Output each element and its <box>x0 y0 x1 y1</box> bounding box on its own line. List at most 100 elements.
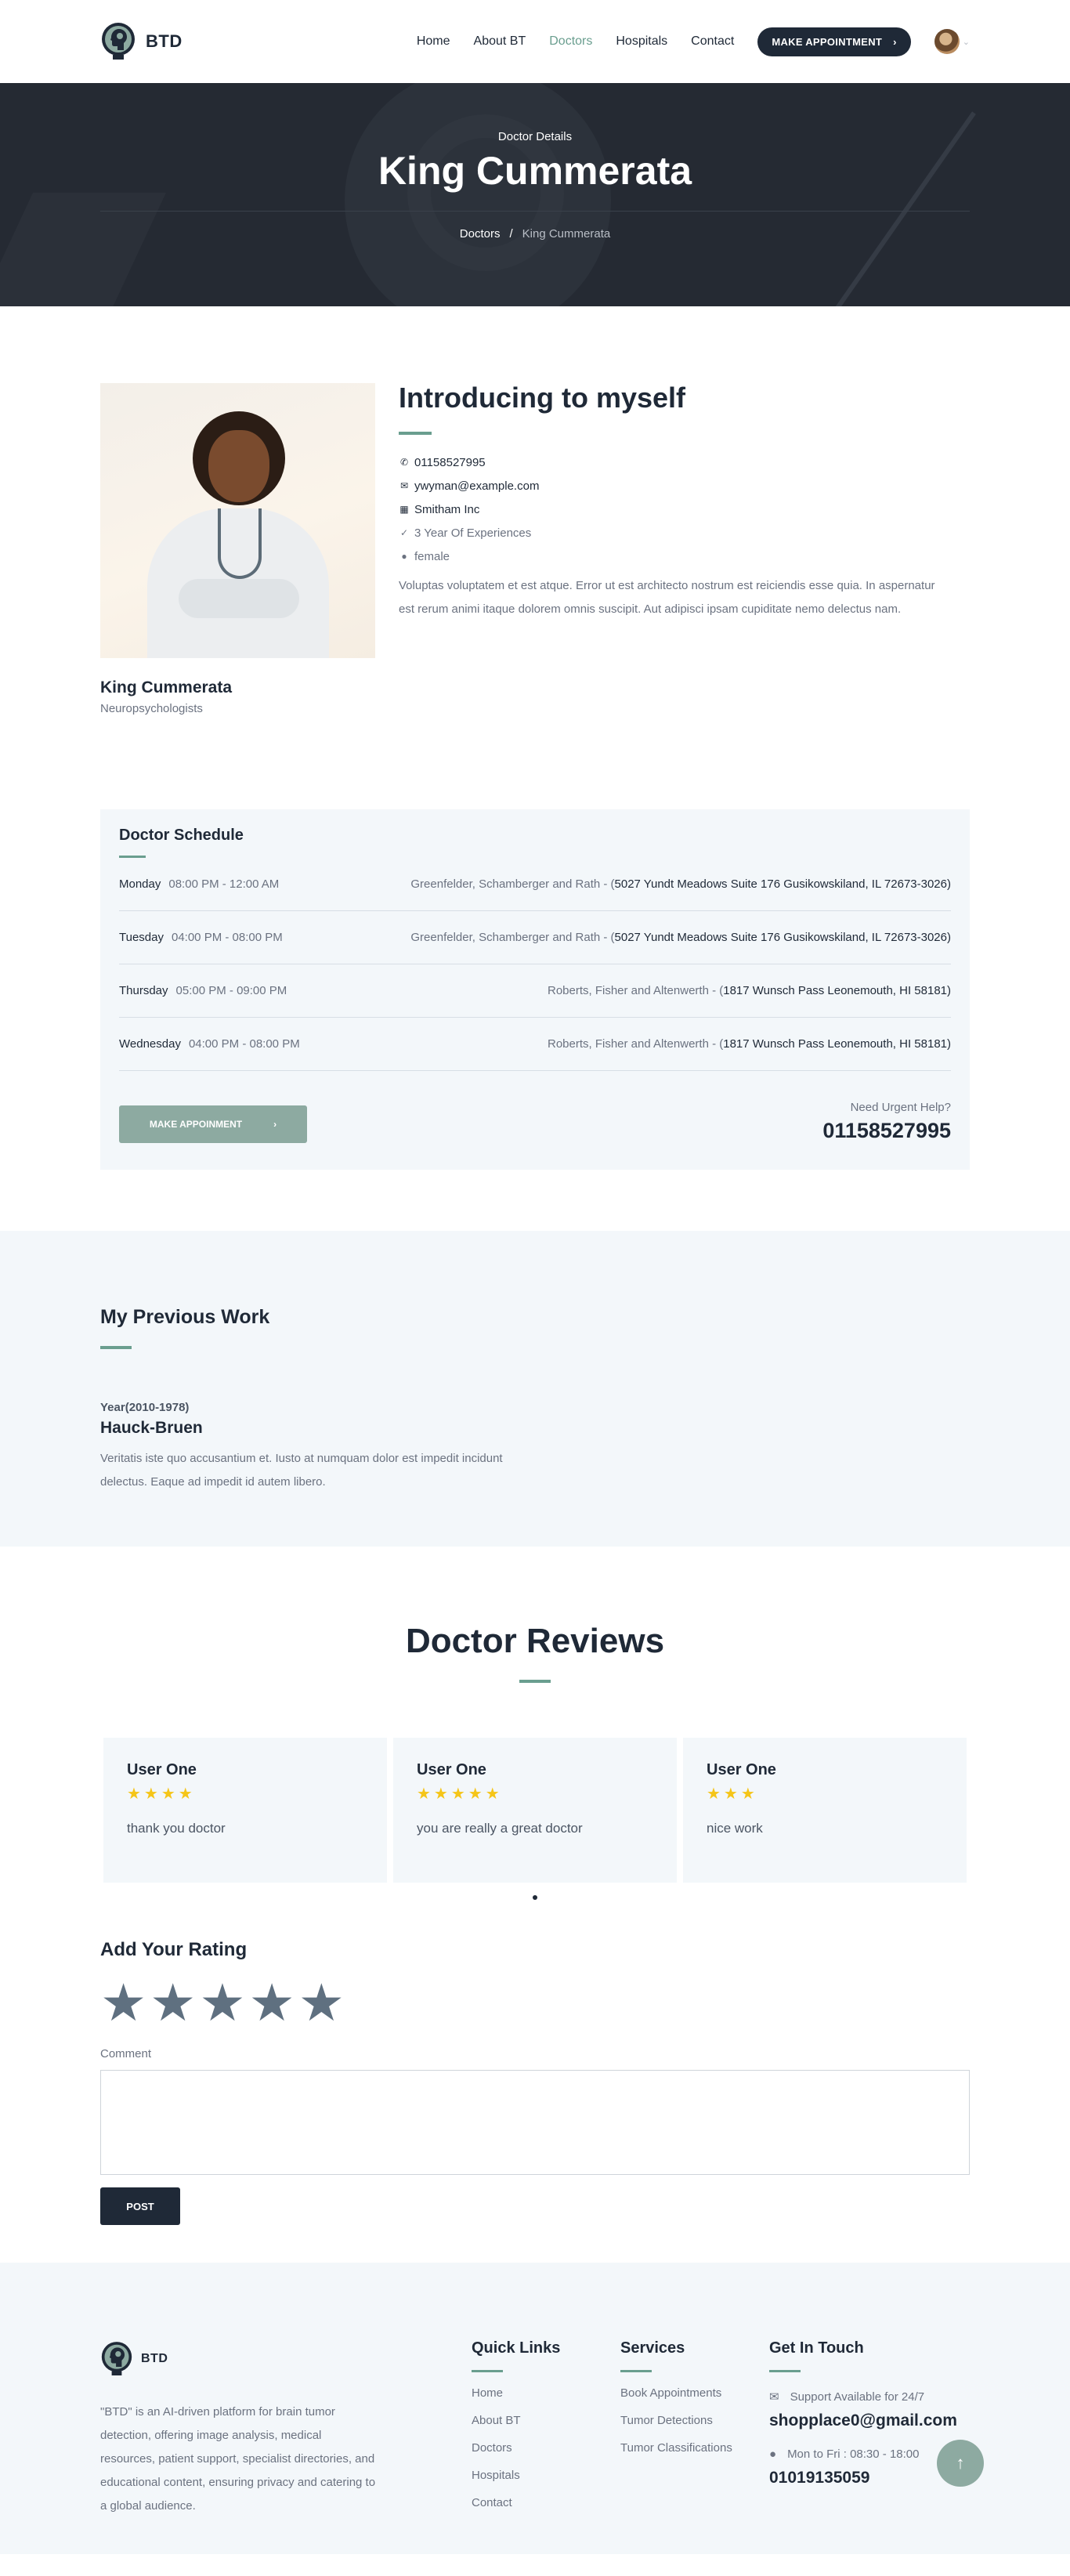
site-footer: BTD "BTD" is an AI-driven platform for b… <box>0 2263 1070 2554</box>
urgent-help-phone[interactable]: 01158527995 <box>822 1119 951 1143</box>
footer-link-hospitals[interactable]: Hospitals <box>472 2469 620 2496</box>
nav-about[interactable]: About BT <box>474 34 526 49</box>
services-heading: Services <box>620 2339 685 2357</box>
footer-brand: BTD "BTD" is an AI-driven platform for b… <box>100 2339 472 2524</box>
footer-link-doctors[interactable]: Doctors <box>472 2441 620 2469</box>
previous-work-heading: My Previous Work <box>100 1306 270 1328</box>
schedule-row: Thursday 05:00 PM - 09:00 PM Roberts, Fis… <box>119 964 951 1018</box>
schedule-row: Wednesday 04:00 PM - 08:00 PM Roberts, Fi… <box>119 1018 951 1071</box>
photo-figure <box>208 430 269 502</box>
add-rating-form: Add Your Rating ★ ★ ★ ★ ★ Comment POST <box>100 1939 970 2225</box>
schedule-hospital: Roberts, Fisher and Altenwerth - ( <box>547 1037 724 1051</box>
email-row: ✉ ywyman@example.com <box>399 474 970 497</box>
star-icon[interactable]: ★ <box>298 1977 345 2028</box>
make-appointment-label: MAKE APPOINMENT <box>149 1119 243 1130</box>
doctor-specialty: Neuropsychologists <box>100 702 203 715</box>
heading-underline <box>472 2370 503 2372</box>
user-menu[interactable]: ⌄ <box>934 29 970 54</box>
experience-row: ✓ 3 Year Of Experiences <box>399 521 970 545</box>
footer-contact: Get In Touch ✉ Support Available for 24/… <box>769 2339 970 2524</box>
star-icon[interactable]: ★ <box>199 1977 245 2028</box>
footer-brand-name: BTD <box>141 2352 168 2365</box>
heading-underline <box>399 432 432 435</box>
make-appointment-label: MAKE APPOINTMENT <box>772 35 883 48</box>
schedule-time: 04:00 PM - 08:00 PM <box>188 1037 300 1051</box>
breadcrumb-current: King Cummerata <box>522 227 611 241</box>
carousel-dot[interactable] <box>533 1895 537 1900</box>
review-text: nice work <box>707 1821 763 1836</box>
star-icon[interactable]: ★ <box>100 1977 146 2028</box>
nav-contact[interactable]: Contact <box>691 34 734 49</box>
breadcrumb-separator: / <box>509 227 513 241</box>
make-appointment-button[interactable]: MAKE APPOINMENT › <box>119 1105 307 1143</box>
reviews-carousel[interactable]: User One ★★★★ thank you doctor User One … <box>100 1738 970 1883</box>
footer-service-detection[interactable]: Tumor Detections <box>620 2414 769 2441</box>
footer-link-about[interactable]: About BT <box>472 2414 620 2441</box>
page-title: King Cummerata <box>378 149 692 193</box>
review-card: User One ★★★★★ you are really a great do… <box>393 1738 677 1883</box>
chevron-down-icon: ⌄ <box>962 37 970 47</box>
footer-services: Services Book Appointments Tumor Detecti… <box>620 2339 769 2524</box>
heading-underline <box>769 2370 801 2372</box>
support-email[interactable]: shopplace0@gmail.com <box>769 2411 970 2430</box>
post-button[interactable]: POST <box>100 2187 180 2225</box>
star-icon[interactable]: ★ <box>249 1977 295 2028</box>
schedule-row: Monday 08:00 PM - 12:00 AM Greenfelder, S… <box>119 858 951 911</box>
get-in-touch-heading: Get In Touch <box>769 2339 864 2357</box>
reviews-section: Doctor Reviews User One ★★★★ thank you d… <box>0 1547 1070 2225</box>
schedule-hospital: Greenfelder, Schamberger and Rath - ( <box>410 931 615 944</box>
support-label: Support Available for 24/7 <box>790 2390 925 2404</box>
doctor-intro: Introducing to myself ✆ 01158527995 ✉ yw… <box>399 382 970 715</box>
review-user: User One <box>417 1761 486 1778</box>
check-circle-icon: ✓ <box>399 527 409 538</box>
email-value: ywyman@example.com <box>414 479 540 493</box>
nav-home[interactable]: Home <box>417 34 450 49</box>
footer-link-contact[interactable]: Contact <box>472 2496 620 2524</box>
previous-work-section: My Previous Work Year(2010-1978) Hauck-B… <box>0 1231 1070 1547</box>
chevron-right-icon: › <box>893 35 897 48</box>
star-rating-icon: ★★★★ <box>127 1785 196 1803</box>
breadcrumb: Doctors / King Cummerata <box>100 227 970 241</box>
gender-row: ● female <box>399 545 970 568</box>
schedule-hospital: Greenfelder, Schamberger and Rath - ( <box>410 877 615 891</box>
comment-textarea[interactable] <box>100 2070 970 2175</box>
schedule-address: 5027 Yundt Meadows Suite 176 Gusikowskil… <box>614 931 951 944</box>
scroll-to-top-button[interactable]: ↑ <box>937 2440 984 2487</box>
schedule-footer: MAKE APPOINMENT › Need Urgent Help? 0115… <box>119 1101 951 1143</box>
star-icon[interactable]: ★ <box>150 1977 196 2028</box>
breadcrumb-doctors-link[interactable]: Doctors <box>460 227 501 241</box>
footer-service-book[interactable]: Book Appointments <box>620 2386 769 2414</box>
user-icon: ● <box>769 2448 777 2461</box>
hero-divider <box>100 211 970 212</box>
comment-label: Comment <box>100 2047 152 2060</box>
quick-links-heading: Quick Links <box>472 2339 561 2357</box>
nav-doctors[interactable]: Doctors <box>549 34 592 49</box>
brain-head-icon <box>102 23 135 60</box>
footer-service-classification[interactable]: Tumor Classifications <box>620 2441 769 2469</box>
doctor-bio: Voluptas voluptatem et est atque. Error … <box>399 579 935 616</box>
experience-value: 3 Year Of Experiences <box>414 526 532 540</box>
building-icon: ▦ <box>399 504 409 515</box>
make-appointment-button[interactable]: MAKE APPOINTMENT › <box>757 27 911 56</box>
footer-logo[interactable]: BTD <box>100 2339 472 2379</box>
footer-link-home[interactable]: Home <box>472 2386 620 2414</box>
brand-name: BTD <box>146 31 183 51</box>
review-user: User One <box>127 1761 197 1778</box>
review-text: thank you doctor <box>127 1821 226 1836</box>
star-rating-icon: ★★★★★ <box>417 1785 503 1803</box>
photo-figure <box>179 579 299 618</box>
brand-logo[interactable]: BTD <box>100 20 183 63</box>
user-icon: ● <box>401 551 407 562</box>
heading-underline <box>620 2370 652 2372</box>
schedule-section: Doctor Schedule Monday 08:00 PM - 12:00 A… <box>0 809 1070 1170</box>
schedule-day: Wednesday <box>119 1037 181 1051</box>
site-header: BTD Home About BT Doctors Hospitals Cont… <box>0 0 1070 83</box>
chevron-right-icon: › <box>273 1119 277 1130</box>
schedule-heading: Doctor Schedule <box>119 827 244 844</box>
add-rating-heading: Add Your Rating <box>100 1939 248 1960</box>
organization-value: Smitham Inc <box>414 502 480 516</box>
nav-hospitals[interactable]: Hospitals <box>616 34 667 49</box>
envelope-icon: ✉ <box>769 2390 779 2404</box>
heading-underline <box>519 1680 551 1683</box>
main-nav: Home About BT Doctors Hospitals Contact … <box>417 27 970 56</box>
